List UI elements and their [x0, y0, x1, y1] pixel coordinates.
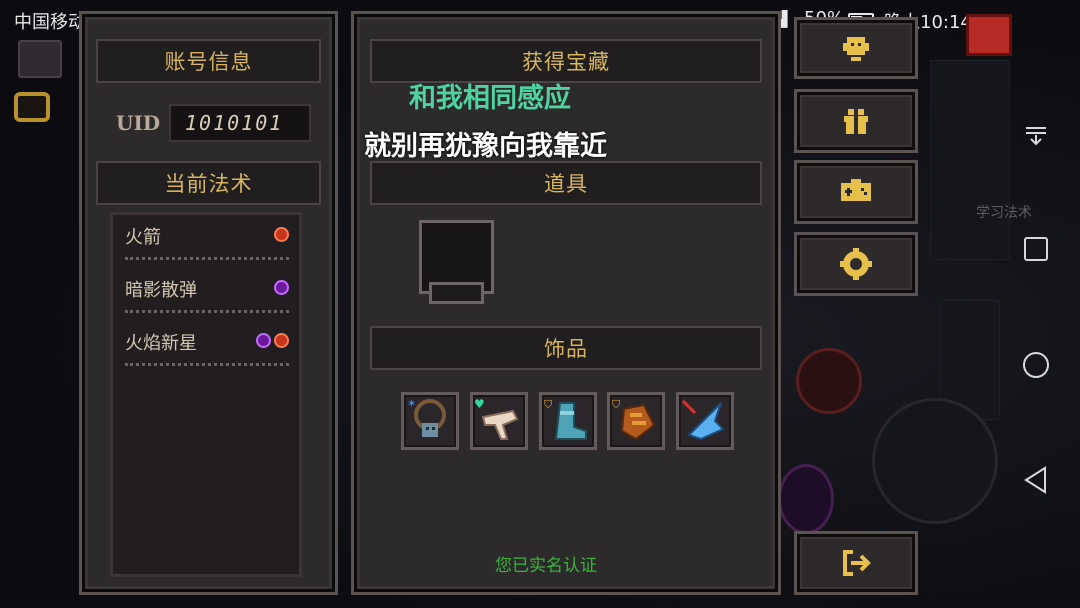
exit-button[interactable] — [797, 534, 915, 592]
spell-name: 火箭 — [125, 227, 161, 248]
spell-item-shadow-shot[interactable]: 暗影散弹 — [125, 276, 293, 316]
necklace-icon: ✶ — [407, 397, 446, 437]
back-button[interactable] — [1016, 460, 1056, 500]
shadow-element-icon — [274, 280, 289, 295]
spell-item-rocket[interactable]: 火箭 — [125, 223, 293, 263]
account-info-header: 账号信息 — [96, 39, 321, 83]
accessories-header: 饰品 — [370, 326, 762, 370]
accessory-slot[interactable]: ⛉ — [539, 392, 597, 450]
spell-item-flame-nova[interactable]: 火焰新星 — [125, 329, 293, 369]
gift-icon — [844, 109, 868, 134]
support-icon — [843, 37, 869, 61]
gamepad-button[interactable] — [797, 163, 915, 221]
accessory-slot[interactable] — [676, 392, 734, 450]
svg-text:✶: ✶ — [407, 397, 416, 410]
fire-skill-button-bg — [796, 348, 862, 414]
home-button[interactable] — [1016, 345, 1056, 385]
lyric-line-1: 和我相同感应 — [409, 83, 571, 114]
accessory-slot[interactable]: ⛉ — [607, 392, 665, 450]
current-spells-header: 当前法术 — [96, 161, 321, 205]
svg-text:⛉: ⛉ — [612, 398, 621, 411]
svg-text:♥: ♥ — [474, 397, 485, 411]
accessory-slot[interactable]: ✶ — [401, 392, 459, 450]
spell-name: 火焰新星 — [125, 333, 197, 354]
uid-label: UID — [116, 111, 161, 135]
item-slot[interactable] — [419, 220, 494, 304]
divider — [125, 310, 289, 313]
exit-icon — [843, 550, 871, 576]
blue-crystal-icon — [681, 399, 725, 441]
gift-button[interactable] — [797, 92, 915, 150]
carrier-label: 中国移动 — [14, 12, 86, 33]
svg-text:⛉: ⛉ — [544, 398, 553, 411]
settings-icon — [840, 248, 872, 280]
joystick-bg — [872, 398, 998, 524]
uid-field: 1010101 — [169, 104, 311, 142]
support-button[interactable] — [797, 20, 915, 76]
avatar — [18, 40, 62, 78]
uid-value: 1010101 — [185, 111, 284, 135]
spell-list: 火箭 暗影散弹 火焰新星 — [110, 212, 302, 577]
boot-icon: ⛉ — [544, 398, 587, 440]
accessory-slot[interactable]: ♥ — [470, 392, 528, 450]
lyric-line-2: 就别再犹豫向我靠近 — [364, 131, 607, 162]
spell-name: 暗影散弹 — [125, 280, 197, 301]
settings-button[interactable] — [797, 235, 915, 293]
shadow-element-icon — [256, 333, 271, 348]
fire-element-icon — [274, 333, 289, 348]
ring-buff-icon — [14, 92, 50, 122]
shadow-skill-button-bg — [778, 464, 834, 534]
real-name-verified-text: 您已实名认证 — [495, 556, 597, 576]
scroll-icon: ⛉ — [612, 398, 656, 441]
android-nav-bar — [996, 0, 1080, 608]
divider — [125, 257, 289, 260]
bone-charm-icon: ♥ — [474, 397, 519, 440]
fire-element-icon — [274, 227, 289, 242]
items-header: 道具 — [370, 161, 762, 205]
notification-shade-icon[interactable] — [1016, 116, 1056, 156]
recent-apps-button[interactable] — [1016, 229, 1056, 269]
divider — [125, 363, 289, 366]
gamepad-icon — [841, 179, 871, 201]
